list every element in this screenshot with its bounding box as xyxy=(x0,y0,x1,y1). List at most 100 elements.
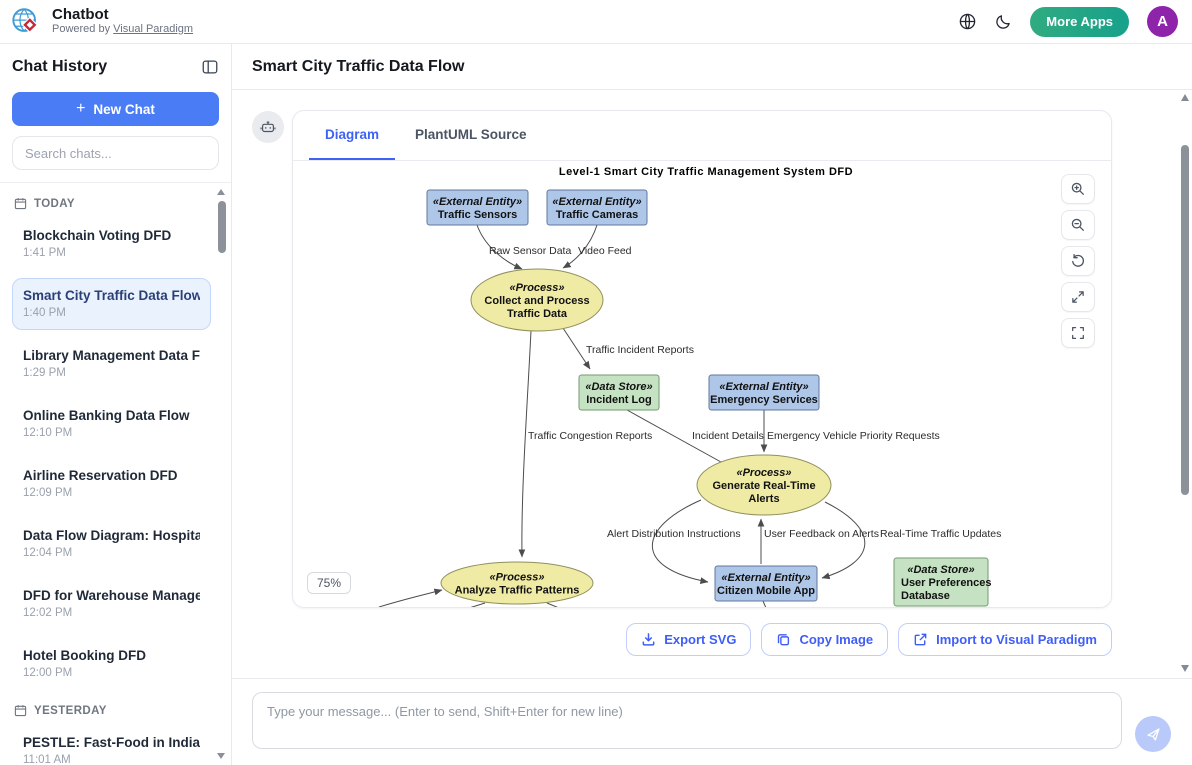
chat-item-time: 12:10 PM xyxy=(23,425,200,442)
chat-content: Diagram PlantUML Source Level-1 Smart Ci… xyxy=(232,90,1192,678)
zoom-level-badge: 75% xyxy=(307,572,351,594)
chat-history-item[interactable]: Online Banking Data Flow 12:10 PM xyxy=(12,398,211,450)
chat-item-time: 12:04 PM xyxy=(23,545,200,562)
fullscreen-icon xyxy=(1070,325,1086,341)
dark-mode-button[interactable] xyxy=(995,13,1012,30)
chat-section-header: TODAY xyxy=(12,191,211,218)
send-icon xyxy=(1145,726,1162,743)
svg-text:Traffic Data: Traffic Data xyxy=(507,308,568,320)
svg-text:«Data Store»: «Data Store» xyxy=(907,564,974,576)
chat-item-time: 1:40 PM xyxy=(23,305,200,322)
sidebar-title: Chat History xyxy=(12,58,107,76)
svg-text:User Feedback on Alerts: User Feedback on Alerts xyxy=(764,528,879,540)
scroll-down-arrow-icon[interactable] xyxy=(217,753,225,759)
app-title: Chatbot xyxy=(52,7,193,23)
tab-diagram[interactable]: Diagram xyxy=(309,111,395,160)
download-icon xyxy=(641,632,656,647)
scroll-up-arrow-icon[interactable] xyxy=(1181,94,1189,101)
message-input[interactable] xyxy=(252,692,1122,749)
chat-section-header: YESTERDAY xyxy=(12,698,211,725)
chat-history-item[interactable]: Airline Reservation DFD 12:09 PM xyxy=(12,458,211,510)
expand-icon xyxy=(1070,289,1086,305)
external-link-icon xyxy=(913,632,928,647)
chat-history-item[interactable]: Data Flow Diagram: Hospital... 12:04 PM xyxy=(12,518,211,570)
chat-history-sidebar: Chat History + New Chat xyxy=(0,44,232,765)
chat-history-item[interactable]: DFD for Warehouse Manage... 12:02 PM xyxy=(12,578,211,630)
svg-text:Traffic Sensors: Traffic Sensors xyxy=(438,209,517,221)
chat-item-title: Library Management Data Fl... xyxy=(23,346,200,365)
chat-item-title: Hotel Booking DFD xyxy=(23,646,200,665)
expand-button[interactable] xyxy=(1061,282,1095,312)
zoom-controls xyxy=(1061,174,1095,348)
send-button[interactable] xyxy=(1135,716,1171,752)
zoom-out-icon xyxy=(1070,217,1086,233)
copy-image-button[interactable]: Copy Image xyxy=(761,623,888,656)
svg-text:Emergency Services: Emergency Services xyxy=(710,394,818,406)
chat-item-title: PESTLE: Fast-Food in India – ... xyxy=(23,733,200,752)
scroll-down-arrow-icon[interactable] xyxy=(1181,665,1189,672)
chat-item-time: 12:00 PM xyxy=(23,665,200,682)
globe-icon xyxy=(958,12,977,31)
copy-icon xyxy=(776,632,791,647)
chat-item-title: Smart City Traffic Data Flow xyxy=(23,286,200,305)
diagram-viewport[interactable]: Level-1 Smart City Traffic Management Sy… xyxy=(293,161,1111,608)
chat-item-time: 11:01 AM xyxy=(23,752,200,765)
svg-text:Traffic Incident Reports: Traffic Incident Reports xyxy=(586,344,694,356)
app-window: Chatbot Powered by Visual Paradigm More … xyxy=(0,0,1192,765)
export-svg-button[interactable]: Export SVG xyxy=(626,623,751,656)
visual-paradigm-link[interactable]: Visual Paradigm xyxy=(113,23,193,35)
scrollbar-thumb[interactable] xyxy=(218,201,226,253)
reset-view-button[interactable] xyxy=(1061,246,1095,276)
diagram-actions: Export SVG Copy Image Import to Visual Par… xyxy=(626,623,1112,656)
svg-text:«Process»: «Process» xyxy=(489,572,544,584)
calendar-icon xyxy=(14,197,27,210)
chat-list-scrollbar[interactable] xyxy=(217,187,226,761)
svg-text:«Process»: «Process» xyxy=(736,467,791,479)
chat-history-item[interactable]: Smart City Traffic Data Flow 1:40 PM xyxy=(12,278,211,330)
brand: Chatbot Powered by Visual Paradigm xyxy=(10,5,193,39)
svg-text:«External Entity»: «External Entity» xyxy=(719,381,808,393)
tab-plantuml-source[interactable]: PlantUML Source xyxy=(399,111,543,160)
collapse-sidebar-button[interactable] xyxy=(201,58,219,76)
svg-text:Collect and Process: Collect and Process xyxy=(484,295,589,307)
chat-item-title: DFD for Warehouse Manage... xyxy=(23,586,200,605)
svg-text:Traffic Congestion Reports: Traffic Congestion Reports xyxy=(528,430,652,442)
plus-icon: + xyxy=(76,100,85,118)
svg-text:Raw Sensor Data: Raw Sensor Data xyxy=(489,245,571,257)
chat-history-item[interactable]: Hotel Booking DFD 12:00 PM xyxy=(12,638,211,690)
scrollbar-thumb[interactable] xyxy=(1181,145,1189,495)
more-apps-button[interactable]: More Apps xyxy=(1030,7,1129,37)
svg-text:Incident Details: Incident Details xyxy=(692,430,764,442)
svg-text:Database: Database xyxy=(901,590,950,602)
calendar-icon xyxy=(14,704,27,717)
chat-item-time: 1:41 PM xyxy=(23,245,200,262)
chat-list: TODAY Blockchain Voting DFD 1:41 PM Smar… xyxy=(0,183,231,765)
zoom-in-button[interactable] xyxy=(1061,174,1095,204)
content-scrollbar[interactable] xyxy=(1180,90,1190,678)
powered-by: Powered by Visual Paradigm xyxy=(52,23,193,36)
svg-text:Analyze Traffic Patterns: Analyze Traffic Patterns xyxy=(455,585,580,597)
robot-icon xyxy=(259,118,277,136)
scroll-up-arrow-icon[interactable] xyxy=(217,189,225,195)
svg-text:Real-Time Traffic Updates: Real-Time Traffic Updates xyxy=(880,528,1001,540)
svg-text:Alert Distribution Instruction: Alert Distribution Instructions xyxy=(607,528,741,540)
language-globe-button[interactable] xyxy=(958,12,977,31)
chat-history-item[interactable]: Library Management Data Fl... 1:29 PM xyxy=(12,338,211,390)
bot-avatar xyxy=(252,111,284,143)
user-avatar[interactable]: A xyxy=(1147,6,1178,37)
svg-text:Generate Real-Time: Generate Real-Time xyxy=(712,480,815,492)
chat-history-item[interactable]: PESTLE: Fast-Food in India – ... 11:01 A… xyxy=(12,725,211,765)
chat-item-title: Data Flow Diagram: Hospital... xyxy=(23,526,200,545)
reset-view-icon xyxy=(1070,253,1086,269)
svg-text:User Preferences: User Preferences xyxy=(901,577,992,589)
svg-text:Video Feed: Video Feed xyxy=(578,245,632,257)
search-chats-input[interactable] xyxy=(12,136,219,170)
chat-history-item[interactable]: Blockchain Voting DFD 1:41 PM xyxy=(12,218,211,270)
import-to-visual-paradigm-button[interactable]: Import to Visual Paradigm xyxy=(898,623,1112,656)
chat-item-title: Online Banking Data Flow xyxy=(23,406,200,425)
svg-text:Level-1 Smart City Traffic Man: Level-1 Smart City Traffic Management Sy… xyxy=(559,166,853,178)
fullscreen-button[interactable] xyxy=(1061,318,1095,348)
new-chat-button[interactable]: + New Chat xyxy=(12,92,219,126)
message-composer xyxy=(232,678,1192,765)
zoom-out-button[interactable] xyxy=(1061,210,1095,240)
